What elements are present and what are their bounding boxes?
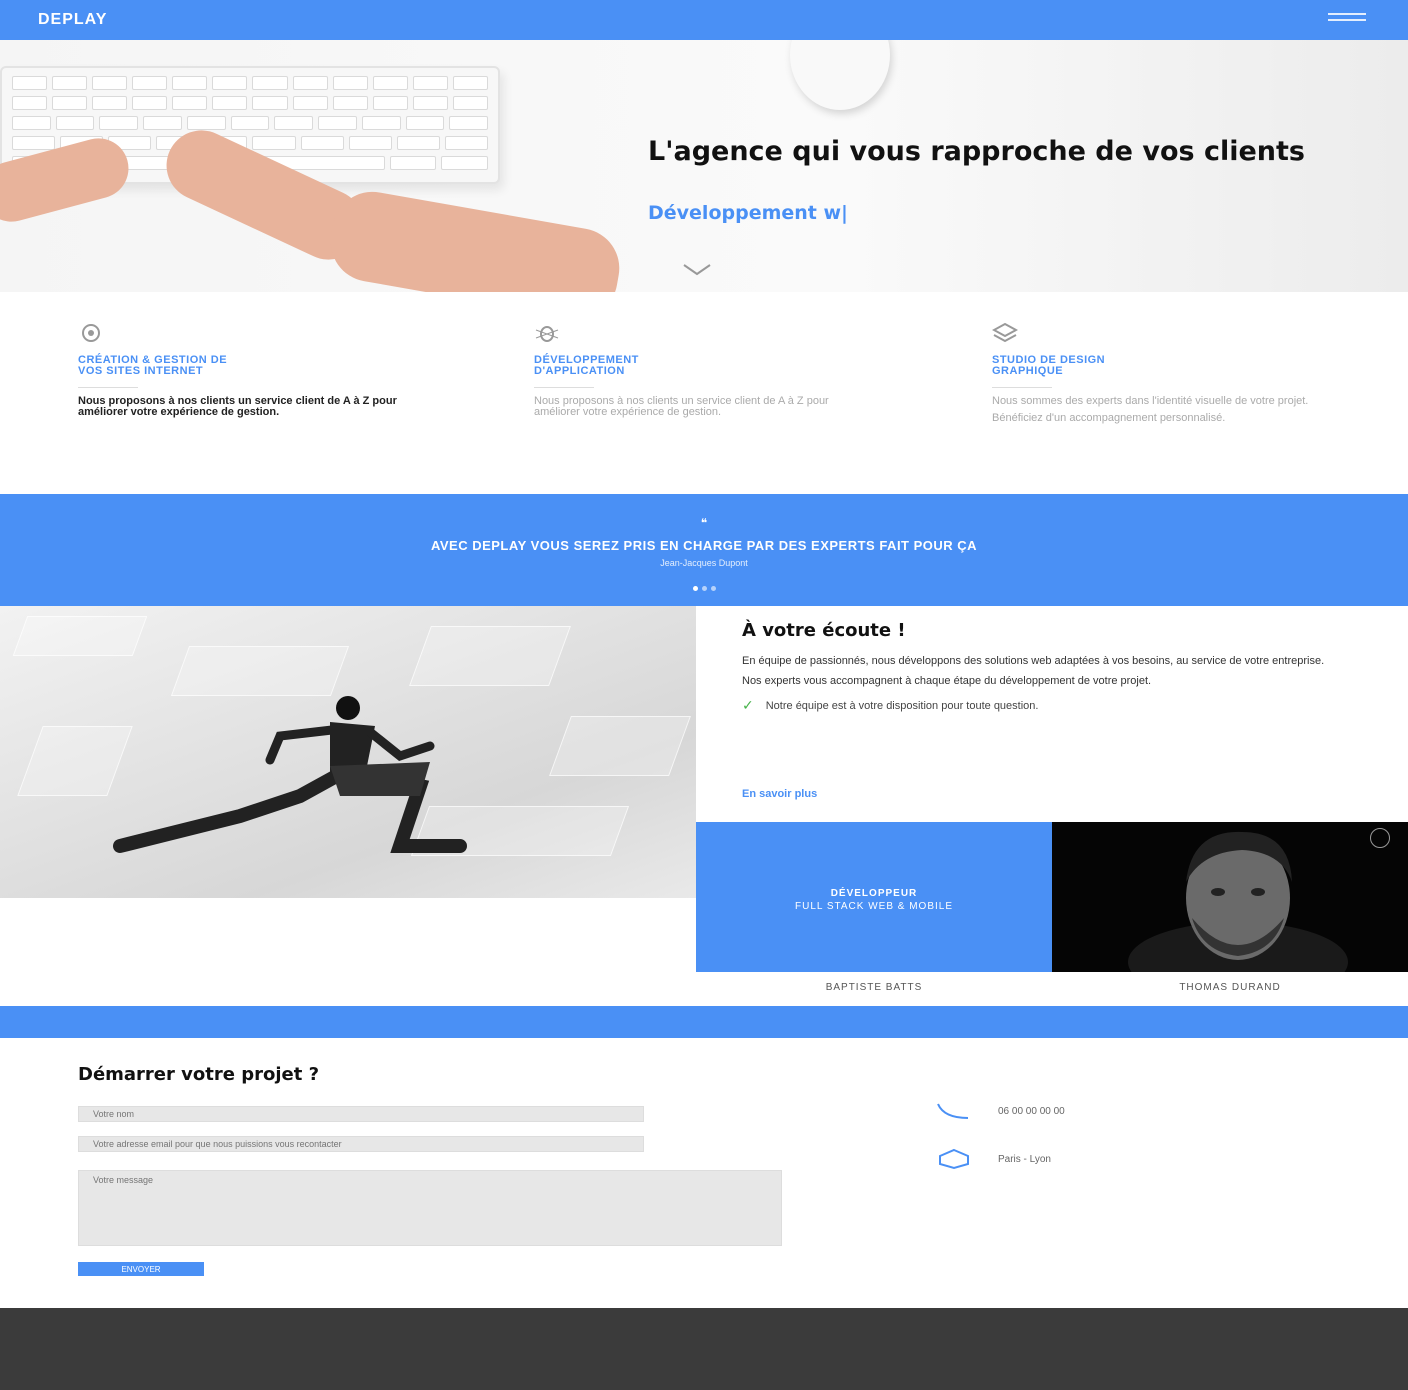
team-paragraph: Nos experts vous accompagnent à chaque é… — [742, 675, 1152, 687]
wrist-image — [324, 185, 626, 292]
team-member-card-role[interactable]: DÉVELOPPEUR FULL STACK WEB & MOBILE — [696, 822, 1052, 972]
service-title: DÉVELOPPEMENT D'APPLICATION — [534, 354, 639, 377]
service-title: CRÉATION & GESTION DE VOS SITES INTERNET — [78, 354, 228, 377]
contact-title: Démarrer votre projet ? — [78, 1064, 320, 1085]
testimonial-band: ❝ AVEC DEPLAY VOUS SEREZ PRIS EN CHARGE … — [0, 494, 1408, 606]
service-text: Nous proposons à nos clients un service … — [78, 395, 397, 418]
divider — [534, 387, 594, 388]
footer — [0, 1308, 1408, 1390]
service-text: Nous sommes des experts dans l'identité … — [992, 395, 1309, 407]
name-field[interactable] — [78, 1106, 644, 1122]
top-navbar: DEPLAY — [0, 0, 1408, 40]
section-divider — [0, 1006, 1408, 1038]
phone-icon — [937, 1103, 969, 1119]
check-icon: ✓ — [742, 697, 754, 713]
services-section: CRÉATION & GESTION DE VOS SITES INTERNET … — [0, 292, 1408, 494]
testimonial-author: Jean-Jacques Dupont — [660, 558, 748, 568]
team-text-block: À votre écoute ! En équipe de passionnés… — [742, 620, 1342, 800]
runner-silhouette — [113, 696, 467, 853]
team-member-name: BAPTISTE BATTS — [825, 982, 923, 993]
testimonial-quote: AVEC DEPLAY VOUS SEREZ PRIS EN CHARGE PA… — [430, 538, 978, 553]
play-icon[interactable] — [1370, 828, 1390, 848]
message-textarea[interactable] — [78, 1170, 782, 1246]
service-card: CRÉATION & GESTION DE VOS SITES INTERNET … — [78, 322, 408, 418]
gear-icon — [82, 324, 100, 342]
contact-address: Paris - Lyon — [934, 1148, 1051, 1170]
check-item: ✓ Notre équipe est à votre disposition p… — [742, 697, 1039, 713]
quote-icon: ❝ — [700, 516, 708, 530]
typed-text: Développement w| — [648, 202, 848, 224]
bug-icon — [535, 326, 559, 342]
carousel-dots — [0, 578, 1408, 596]
service-card: DÉVELOPPEMENT D'APPLICATION Nous proposon… — [534, 322, 864, 418]
team-paragraph: En équipe de passionnés, nous développon… — [742, 655, 1325, 667]
divider — [78, 387, 138, 388]
team-member-name: THOMAS DURAND — [1179, 982, 1281, 993]
map-pin-icon — [939, 1148, 969, 1170]
team-member-photo[interactable] — [1052, 822, 1408, 972]
contact-phone: 06 00 00 00 00 — [934, 1100, 1065, 1122]
service-text: Bénéficiez d'un accompagnement personnal… — [992, 412, 1226, 424]
chevron-down-icon[interactable] — [682, 262, 712, 278]
email-field[interactable] — [78, 1136, 644, 1152]
service-title: STUDIO DE DESIGN GRAPHIQUE — [992, 354, 1106, 377]
carousel-dot[interactable] — [692, 586, 698, 591]
carousel-dot[interactable] — [701, 586, 707, 591]
submit-button[interactable]: ENVOYER — [78, 1262, 204, 1276]
site-logo[interactable]: DEPLAY — [38, 11, 107, 29]
hamburger-icon[interactable] — [1328, 13, 1366, 27]
service-card: STUDIO DE DESIGN GRAPHIQUE Nous sommes de… — [991, 322, 1322, 424]
runner-image — [0, 606, 696, 898]
team-title: À votre écoute ! — [742, 620, 906, 641]
hero-title: L'agence qui vous rapproche de vos clien… — [648, 136, 1305, 167]
service-text: Nous proposons à nos clients un service … — [534, 395, 829, 418]
learn-more-link[interactable]: En savoir plus — [742, 788, 817, 800]
hero-section: L'agence qui vous rapproche de vos clien… — [0, 40, 1408, 292]
divider — [992, 387, 1052, 388]
portrait-image — [1128, 831, 1348, 972]
layers-icon — [991, 322, 1019, 343]
carousel-dot[interactable] — [710, 586, 716, 591]
mouse-image — [790, 40, 890, 110]
